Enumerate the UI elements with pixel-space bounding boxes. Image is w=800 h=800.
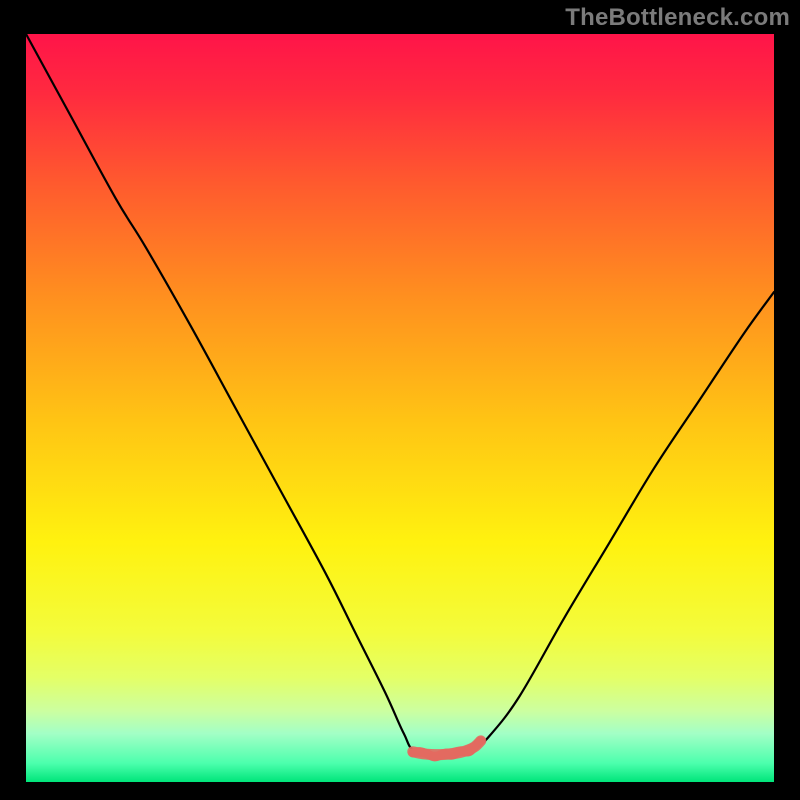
app-frame: TheBottleneck.com [0,0,800,800]
chart-svg [26,34,774,782]
watermark-text: TheBottleneck.com [565,4,790,32]
chart-canvas [26,34,774,782]
chart-background [26,34,774,782]
